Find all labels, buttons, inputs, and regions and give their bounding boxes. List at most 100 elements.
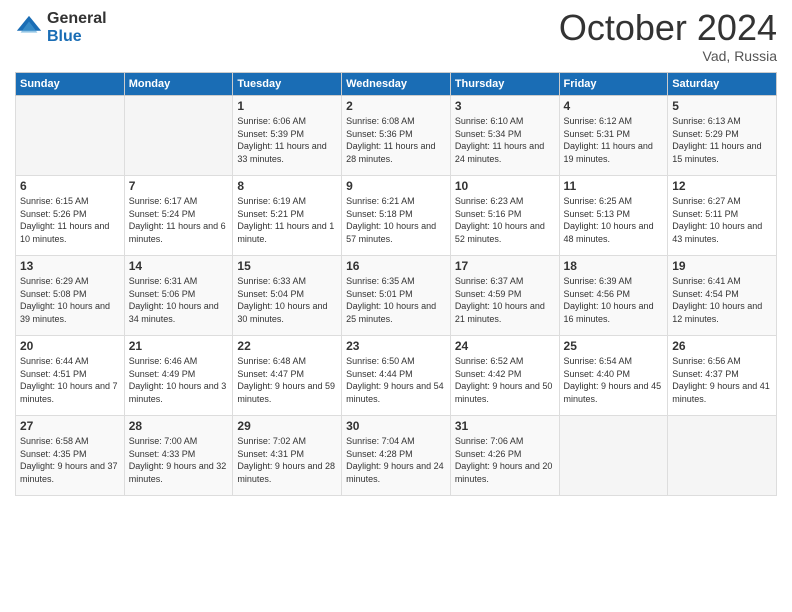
calendar-cell: 20 Sunrise: 6:44 AM Sunset: 4:51 PM Dayli… — [16, 336, 125, 416]
day-number: 26 — [672, 339, 772, 353]
day-info: Sunrise: 6:23 AM Sunset: 5:16 PM Dayligh… — [455, 195, 555, 245]
logo-blue-text: Blue — [47, 28, 107, 46]
day-number: 19 — [672, 259, 772, 273]
day-number: 14 — [129, 259, 229, 273]
day-number: 3 — [455, 99, 555, 113]
day-info: Sunrise: 6:15 AM Sunset: 5:26 PM Dayligh… — [20, 195, 120, 245]
calendar-cell: 25 Sunrise: 6:54 AM Sunset: 4:40 PM Dayli… — [559, 336, 668, 416]
day-number: 8 — [237, 179, 337, 193]
day-info: Sunrise: 6:08 AM Sunset: 5:36 PM Dayligh… — [346, 115, 446, 165]
day-info: Sunrise: 6:50 AM Sunset: 4:44 PM Dayligh… — [346, 355, 446, 405]
day-number: 20 — [20, 339, 120, 353]
day-number: 13 — [20, 259, 120, 273]
day-number: 11 — [564, 179, 664, 193]
day-info: Sunrise: 6:31 AM Sunset: 5:06 PM Dayligh… — [129, 275, 229, 325]
calendar-cell: 27 Sunrise: 6:58 AM Sunset: 4:35 PM Dayli… — [16, 416, 125, 496]
day-info: Sunrise: 6:37 AM Sunset: 4:59 PM Dayligh… — [455, 275, 555, 325]
day-info: Sunrise: 6:58 AM Sunset: 4:35 PM Dayligh… — [20, 435, 120, 485]
day-number: 21 — [129, 339, 229, 353]
day-number: 6 — [20, 179, 120, 193]
calendar-cell: 22 Sunrise: 6:48 AM Sunset: 4:47 PM Dayli… — [233, 336, 342, 416]
day-info: Sunrise: 6:41 AM Sunset: 4:54 PM Dayligh… — [672, 275, 772, 325]
day-number: 10 — [455, 179, 555, 193]
day-info: Sunrise: 6:06 AM Sunset: 5:39 PM Dayligh… — [237, 115, 337, 165]
day-info: Sunrise: 6:27 AM Sunset: 5:11 PM Dayligh… — [672, 195, 772, 245]
calendar-cell: 21 Sunrise: 6:46 AM Sunset: 4:49 PM Dayli… — [124, 336, 233, 416]
calendar-cell: 5 Sunrise: 6:13 AM Sunset: 5:29 PM Daylig… — [668, 96, 777, 176]
day-number: 30 — [346, 419, 446, 433]
day-info: Sunrise: 6:48 AM Sunset: 4:47 PM Dayligh… — [237, 355, 337, 405]
day-number: 5 — [672, 99, 772, 113]
calendar-cell: 9 Sunrise: 6:21 AM Sunset: 5:18 PM Daylig… — [342, 176, 451, 256]
day-info: Sunrise: 6:13 AM Sunset: 5:29 PM Dayligh… — [672, 115, 772, 165]
day-number: 2 — [346, 99, 446, 113]
day-number: 22 — [237, 339, 337, 353]
calendar-week-3: 13 Sunrise: 6:29 AM Sunset: 5:08 PM Dayli… — [16, 256, 777, 336]
day-number: 23 — [346, 339, 446, 353]
calendar-cell — [668, 416, 777, 496]
calendar-cell: 3Sunrise: 6:10 AM Sunset: 5:34 PM Daylig… — [450, 96, 559, 176]
header-row: Sunday Monday Tuesday Wednesday Thursday… — [16, 73, 777, 96]
logo-general-text: General — [47, 10, 107, 28]
day-info: Sunrise: 6:25 AM Sunset: 5:13 PM Dayligh… — [564, 195, 664, 245]
day-info: Sunrise: 7:06 AM Sunset: 4:26 PM Dayligh… — [455, 435, 555, 485]
logo-text: General Blue — [47, 10, 107, 45]
col-tuesday: Tuesday — [233, 73, 342, 96]
day-number: 17 — [455, 259, 555, 273]
calendar-cell: 31Sunrise: 7:06 AM Sunset: 4:26 PM Dayli… — [450, 416, 559, 496]
title-block: October 2024 Vad, Russia — [559, 10, 777, 64]
calendar-cell — [16, 96, 125, 176]
calendar-cell: 17 Sunrise: 6:37 AM Sunset: 4:59 PM Dayli… — [450, 256, 559, 336]
calendar-cell: 11 Sunrise: 6:25 AM Sunset: 5:13 PM Dayli… — [559, 176, 668, 256]
month-title: October 2024 — [559, 10, 777, 46]
day-number: 16 — [346, 259, 446, 273]
calendar-cell: 2 Sunrise: 6:08 AM Sunset: 5:36 PM Daylig… — [342, 96, 451, 176]
day-info: Sunrise: 6:46 AM Sunset: 4:49 PM Dayligh… — [129, 355, 229, 405]
calendar-week-5: 27 Sunrise: 6:58 AM Sunset: 4:35 PM Dayli… — [16, 416, 777, 496]
calendar-week-1: 1Sunrise: 6:06 AM Sunset: 5:39 PM Daylig… — [16, 96, 777, 176]
col-friday: Friday — [559, 73, 668, 96]
logo-icon — [15, 14, 43, 42]
calendar-cell: 18 Sunrise: 6:39 AM Sunset: 4:56 PM Dayli… — [559, 256, 668, 336]
col-saturday: Saturday — [668, 73, 777, 96]
calendar-cell — [124, 96, 233, 176]
calendar-cell: 30 Sunrise: 7:04 AM Sunset: 4:28 PM Dayli… — [342, 416, 451, 496]
day-info: Sunrise: 6:44 AM Sunset: 4:51 PM Dayligh… — [20, 355, 120, 405]
day-info: Sunrise: 6:17 AM Sunset: 5:24 PM Dayligh… — [129, 195, 229, 245]
day-number: 18 — [564, 259, 664, 273]
calendar-cell: 16 Sunrise: 6:35 AM Sunset: 5:01 PM Dayli… — [342, 256, 451, 336]
day-number: 29 — [237, 419, 337, 433]
header: General Blue October 2024 Vad, Russia — [15, 10, 777, 64]
day-info: Sunrise: 6:35 AM Sunset: 5:01 PM Dayligh… — [346, 275, 446, 325]
day-info: Sunrise: 6:12 AM Sunset: 5:31 PM Dayligh… — [564, 115, 664, 165]
day-info: Sunrise: 6:52 AM Sunset: 4:42 PM Dayligh… — [455, 355, 555, 405]
calendar-cell: 13 Sunrise: 6:29 AM Sunset: 5:08 PM Dayli… — [16, 256, 125, 336]
day-number: 28 — [129, 419, 229, 433]
calendar-cell: 8 Sunrise: 6:19 AM Sunset: 5:21 PM Daylig… — [233, 176, 342, 256]
day-info: Sunrise: 7:00 AM Sunset: 4:33 PM Dayligh… — [129, 435, 229, 485]
calendar-cell: 1Sunrise: 6:06 AM Sunset: 5:39 PM Daylig… — [233, 96, 342, 176]
day-info: Sunrise: 6:21 AM Sunset: 5:18 PM Dayligh… — [346, 195, 446, 245]
calendar-cell: 4Sunrise: 6:12 AM Sunset: 5:31 PM Daylig… — [559, 96, 668, 176]
calendar-week-4: 20 Sunrise: 6:44 AM Sunset: 4:51 PM Dayli… — [16, 336, 777, 416]
day-number: 25 — [564, 339, 664, 353]
day-number: 27 — [20, 419, 120, 433]
day-info: Sunrise: 6:29 AM Sunset: 5:08 PM Dayligh… — [20, 275, 120, 325]
col-wednesday: Wednesday — [342, 73, 451, 96]
calendar-cell: 19 Sunrise: 6:41 AM Sunset: 4:54 PM Dayli… — [668, 256, 777, 336]
calendar-cell: 7Sunrise: 6:17 AM Sunset: 5:24 PM Daylig… — [124, 176, 233, 256]
day-info: Sunrise: 6:54 AM Sunset: 4:40 PM Dayligh… — [564, 355, 664, 405]
calendar-cell: 24Sunrise: 6:52 AM Sunset: 4:42 PM Dayli… — [450, 336, 559, 416]
day-info: Sunrise: 7:04 AM Sunset: 4:28 PM Dayligh… — [346, 435, 446, 485]
calendar-cell: 6 Sunrise: 6:15 AM Sunset: 5:26 PM Daylig… — [16, 176, 125, 256]
day-info: Sunrise: 7:02 AM Sunset: 4:31 PM Dayligh… — [237, 435, 337, 485]
location: Vad, Russia — [559, 48, 777, 64]
calendar-cell: 15Sunrise: 6:33 AM Sunset: 5:04 PM Dayli… — [233, 256, 342, 336]
day-info: Sunrise: 6:39 AM Sunset: 4:56 PM Dayligh… — [564, 275, 664, 325]
day-number: 15 — [237, 259, 337, 273]
calendar-page: General Blue October 2024 Vad, Russia Su… — [0, 0, 792, 612]
calendar-table: Sunday Monday Tuesday Wednesday Thursday… — [15, 72, 777, 496]
day-info: Sunrise: 6:19 AM Sunset: 5:21 PM Dayligh… — [237, 195, 337, 245]
day-number: 9 — [346, 179, 446, 193]
calendar-cell: 29 Sunrise: 7:02 AM Sunset: 4:31 PM Dayli… — [233, 416, 342, 496]
